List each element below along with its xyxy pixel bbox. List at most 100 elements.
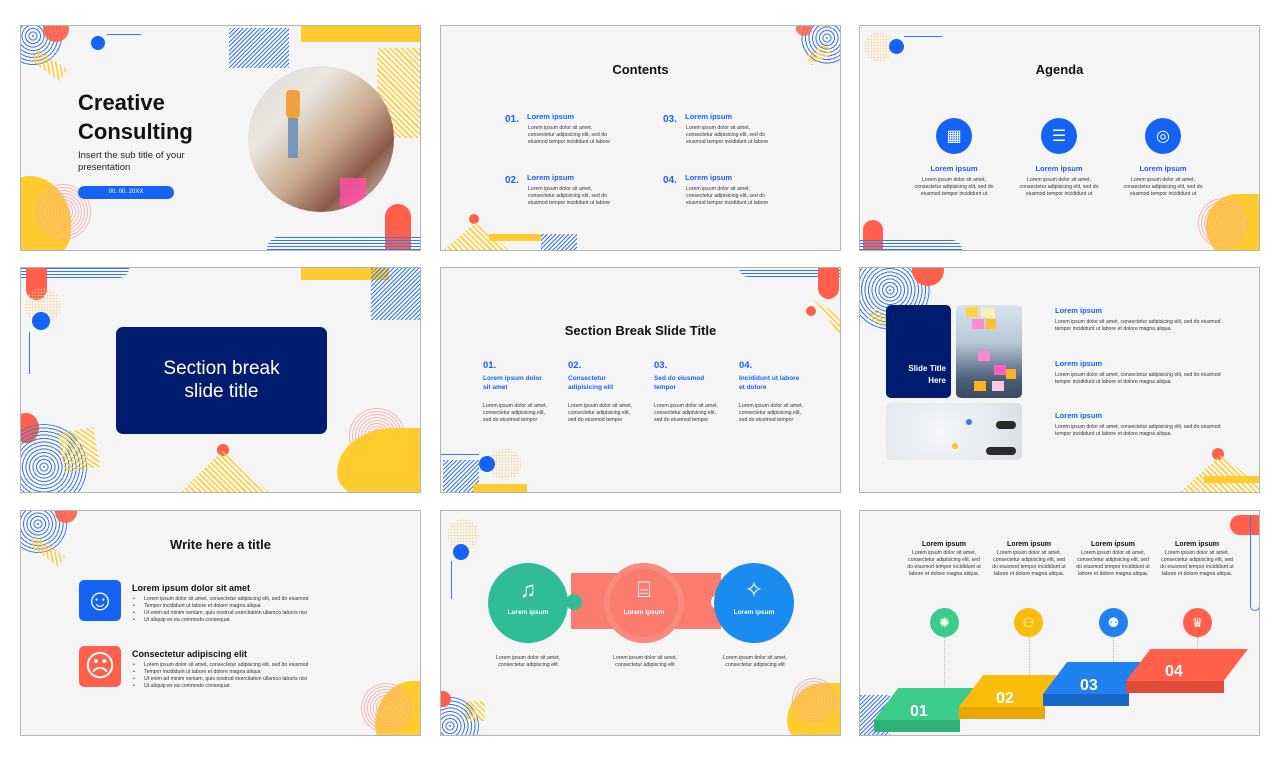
blue-stripes-decoration [371,268,420,320]
slide-thumbnail-3[interactable]: Agenda ▦ ☰ ◎ Lorem ipsum Lorem ipsum dol… [859,25,1260,251]
slide-title: Agenda [1035,62,1084,77]
puzzle-piece-1[interactable] [488,563,568,643]
step-text-3: Lorem ipsum Lorem ipsum dolor sit amet, … [1075,541,1151,578]
puzzle-label: Lorem ipsum [507,609,549,616]
item-body: Lorem ipsum dolor sit amet, consectetur … [528,125,611,145]
blue-dot-decoration [479,456,495,472]
step-body: Lorem ipsum dolor sit amet, consectetur … [992,550,1066,577]
connector-line [1113,637,1114,663]
item-body: Lorem ipsum dolor sit amet, consectetur … [1055,319,1221,332]
smiley-sad-icon: ☹ [79,646,121,687]
yellow-bar-decoration [473,484,527,492]
item-body: Lorem ipsum dolor sit amet, consectetur … [1055,372,1221,385]
feature-block-1: Lorem ipsum dolor sit amet Lorem ipsum d… [132,583,308,624]
step-body: Lorem ipsum dolor sit amet, consectetur … [1076,550,1150,577]
pink-rings-decoration [361,683,411,733]
sticky-note [986,319,996,329]
item-heading: Sed do eiusmod tempor [654,375,705,391]
target-icon: ◎ [1145,118,1181,154]
presentation-subtitle: Insert the sub title of your presentatio… [78,150,185,173]
block-heading: Lorem ipsum dolor sit amet [132,583,251,593]
trophy-icon: ♛ [1183,608,1212,637]
slide-thumbnail-5[interactable]: Section Break Slide Title 01. Lorem ipsu… [440,267,841,493]
line-decoration [441,454,479,455]
slide-thumbnail-9[interactable]: Lorem ipsum Lorem ipsum dolor sit amet, … [859,510,1260,736]
puzzle-piece-2[interactable] [604,563,684,643]
step-number-2: 02 [996,690,1014,707]
presentation-title: Creative Consulting [78,88,193,146]
network-icon: ⚇ [1014,608,1043,637]
title-line: Section break [163,358,280,379]
step-block-2-side [959,707,1045,719]
item-heading: Lorem ipsum dolor sit amet [483,375,542,391]
step-text-1: Lorem ipsum Lorem ipsum dolor sit amet, … [906,541,982,578]
blue-dot-decoration [91,36,105,50]
item-body: Lorem ipsum dolor sit amet, consectetur … [654,403,719,423]
blue-dot-decoration [889,39,904,54]
slide-thumbnail-7[interactable]: Write here a title ☺ Lorem ipsum dolor s… [20,510,421,736]
slide-thumbnail-4[interactable]: Section break slide title [20,267,421,493]
coral-dot-decoration [806,306,816,316]
slide-title: Section Break Slide Title [564,323,717,338]
line-decoration [904,36,942,37]
section-title-card: Section break slide title [116,327,327,434]
puzzle-caption: Lorem ipsum dolor sit amet, consectetur … [612,655,677,668]
puzzle-caption: Lorem ipsum dolor sit amet, consectetur … [495,655,560,668]
date-pill: 00. 00. 20XX [78,186,174,199]
coral-pill-decoration [818,268,839,299]
yellow-triangle-decoration [1178,454,1259,492]
slide-thumbnail-6[interactable]: Slide Title Here Lorem ipsum Lorem ipsum… [859,267,1260,493]
blue-lines-decoration [1250,515,1259,611]
coral-dot-decoration [469,214,479,224]
item-number: 04. [663,175,677,186]
sticky-note [978,351,990,361]
sticky-note [992,381,1004,391]
item-body: Lorem ipsum dolor sit amet, consectetur … [483,403,548,423]
bullet-item: Lorem ipsum dolor sit amet, consectetur … [132,596,308,603]
puzzle-caption: Lorem ipsum dolor sit amet, consectetur … [722,655,787,668]
step-body: Lorem ipsum dolor sit amet, consectetur … [907,550,981,577]
info-item-1: Lorem ipsum Lorem ipsum dolor sit amet, … [1055,306,1235,333]
photo-figure [286,90,300,118]
item-heading: Lorem ipsum [1035,164,1083,173]
step-heading: Lorem ipsum [1091,541,1135,548]
connector-line [1029,637,1030,675]
slide-title-card: Slide Title Here [886,305,951,398]
item-body: Lorem ipsum dolor sit amet, consectetur … [686,186,769,206]
puzzle-tab [566,594,582,610]
item-number: 03. [663,114,677,125]
step-heading: Lorem ipsum [922,541,966,548]
sticky-note [981,308,995,318]
puzzle-piece-3[interactable] [714,563,794,643]
yellow-stripes-decoration [465,701,485,721]
blue-lines-decoration [860,240,962,250]
yellow-triangle-decoration [179,450,271,492]
yellow-stripes-decoration [57,427,101,473]
title-line: Creative [78,90,165,115]
block-heading: Consectetur adipiscing elit [132,649,248,659]
photo-figure [340,178,366,206]
step-block-4-side [1126,681,1224,693]
title-line: slide title [184,381,259,402]
sticky-notes-photo [956,305,1022,398]
section-item-1: 01. Lorem ipsum dolor sit amet Lorem ips… [483,360,547,424]
slide-thumbnail-1[interactable]: Creative Consulting Insert the sub title… [20,25,421,251]
section-item-3: 03. Sed do eiusmod tempor Lorem ipsum do… [654,360,718,424]
blue-stripes-decoration [541,234,577,250]
line-decoration [451,561,452,599]
pink-rings-decoration [1198,198,1248,248]
connector-line [1197,637,1198,651]
pink-rings-decoration [791,677,837,723]
slide-thumbnail-2[interactable]: Contents 01. Lorem ipsum Lorem ipsum dol… [440,25,841,251]
agenda-item-3: Lorem ipsum Lorem ipsum dolor sit amet, … [1113,164,1213,198]
bullet-item: Ut aliquip ex ea commodo consequat. [132,617,308,624]
section-item-4: 04. Incididunt ut labore et dolore Lorem… [739,360,803,424]
line-decoration [29,332,30,374]
connector-line [944,637,945,687]
sticky-note [1006,369,1016,379]
puzzle-label: Lorem ipsum [623,609,665,616]
slide-thumbnail-8[interactable]: ♫ Lorem ipsum ⌸ Lorem ipsum ✧ Lorem ipsu… [440,510,841,736]
step-heading: Lorem ipsum [1175,541,1219,548]
item-heading: Lorem ipsum [1055,359,1103,368]
bullet-item: Ut enim ad minim veniam, quis nostrud ex… [132,676,308,683]
